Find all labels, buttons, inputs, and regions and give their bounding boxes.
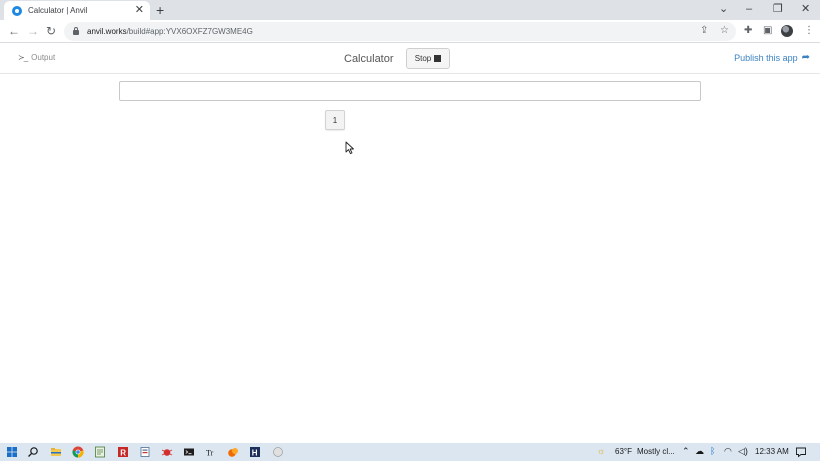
url-host: anvil.works [87, 27, 127, 36]
chevron-up-icon[interactable]: ⌃ [682, 446, 690, 457]
browser-tabstrip: Calculator | Anvil ✕ + ⌄ – ❐ ✕ [0, 0, 820, 20]
notepad-icon[interactable] [94, 446, 106, 458]
onedrive-icon[interactable]: ☁ [695, 446, 704, 457]
weather-icon[interactable]: ☼ [597, 446, 605, 457]
svg-text:H: H [252, 448, 258, 457]
calculator-display-input[interactable] [119, 81, 701, 101]
app-header: ≻_ Output Calculator Stop Publish this a… [0, 44, 820, 74]
stop-icon [434, 55, 442, 62]
extensions-icon[interactable]: ✚ [744, 25, 752, 37]
terminal-icon[interactable] [183, 446, 195, 458]
url-text[interactable]: anvil.works/build#app:YVX6OXFZ7GW3ME4G [87, 27, 253, 36]
reload-icon[interactable]: ↻ [46, 24, 56, 38]
url-path: /build#app:YVX6OXFZ7GW3ME4G [126, 27, 253, 36]
tab-search-button[interactable]: ⌄ [719, 3, 728, 15]
orange-app-icon[interactable] [227, 446, 239, 458]
tab-close-icon[interactable]: ✕ [135, 4, 144, 16]
minimize-button[interactable]: – [746, 3, 752, 15]
bug-app-icon[interactable] [161, 446, 173, 458]
new-tab-button[interactable]: + [156, 2, 164, 18]
share-arrow-icon: ➦ [801, 52, 810, 63]
volume-icon[interactable]: ◁) [738, 446, 748, 457]
restore-button[interactable]: ❐ [773, 3, 783, 15]
windows-taskbar: R Tr H ☼ 63°F Mostly cl... ⌃ ☁ ᛒ ◠ ◁) 12… [0, 443, 820, 461]
bluetooth-icon[interactable]: ᛒ [710, 446, 715, 457]
svg-text:Tr: Tr [206, 449, 214, 458]
anvil-favicon-icon [12, 5, 22, 16]
forward-arrow-icon[interactable]: → [27, 24, 39, 38]
browser-tab[interactable]: Calculator | Anvil ✕ [4, 1, 150, 20]
stop-label: Stop [414, 54, 432, 63]
globe-app-icon[interactable] [272, 446, 284, 458]
weather-temperature[interactable]: 63°F [615, 447, 632, 457]
output-toggle[interactable]: ≻_ Output [18, 53, 55, 62]
chrome-icon[interactable] [72, 446, 84, 458]
h-app-icon[interactable]: H [249, 446, 261, 458]
svg-text:R: R [120, 448, 126, 457]
address-bar[interactable]: anvil.works/build#app:YVX6OXFZ7GW3ME4G ⇪… [64, 22, 736, 41]
windows-start-icon[interactable] [6, 446, 18, 458]
mouse-cursor-icon [345, 141, 354, 155]
weather-description[interactable]: Mostly cl... [637, 447, 675, 457]
publish-label: Publish this app [734, 53, 798, 63]
star-icon[interactable]: ☆ [720, 25, 729, 37]
stop-button[interactable]: Stop [406, 48, 450, 69]
back-arrow-icon[interactable]: ← [8, 24, 20, 38]
output-label: Output [31, 53, 56, 62]
browser-toolbar: ← → ↻ anvil.works/build#app:YVX6OXFZ7GW3… [0, 20, 820, 43]
tab-title: Calculator | Anvil [28, 6, 88, 15]
app-title: Calculator [344, 53, 394, 65]
clock-time[interactable]: 12:33 AM [755, 447, 789, 457]
red-r-app-icon[interactable]: R [117, 446, 129, 458]
menu-dots-icon[interactable]: ⋮ [804, 25, 814, 37]
wifi-icon[interactable]: ◠ [724, 446, 732, 457]
close-window-button[interactable]: ✕ [801, 3, 810, 15]
lock-icon[interactable] [73, 27, 79, 35]
share-icon[interactable]: ⇪ [700, 25, 708, 37]
key-1-button[interactable]: 1 [325, 110, 345, 130]
publish-app-link[interactable]: Publish this app ➦ [734, 52, 810, 64]
profile-avatar[interactable] [781, 25, 793, 37]
side-panel-icon[interactable]: ▣ [763, 25, 772, 37]
output-prompt-icon: ≻_ [18, 53, 28, 62]
file-explorer-icon[interactable] [50, 446, 62, 458]
notification-icon[interactable] [795, 446, 807, 458]
search-icon[interactable] [27, 446, 39, 458]
document-app-icon[interactable] [139, 446, 151, 458]
text-app-icon[interactable]: Tr [205, 446, 217, 458]
